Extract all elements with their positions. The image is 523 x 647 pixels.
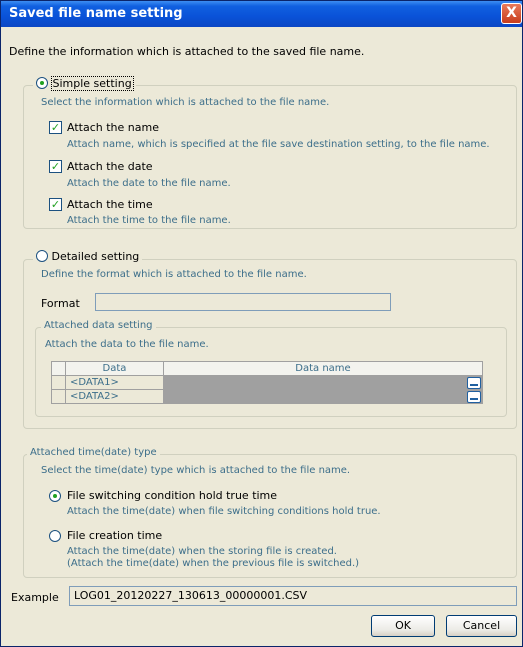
browse-icon[interactable]	[467, 391, 481, 403]
creation-time-label[interactable]: File creation time	[67, 529, 162, 542]
switching-time-radio[interactable]	[49, 490, 61, 502]
simple-setting-radio[interactable]	[36, 77, 48, 89]
attach-name-checkbox[interactable]: ✓	[49, 121, 62, 134]
table-header-row: Data Data name	[51, 361, 483, 376]
attached-data-hint: Attach the data to the file name.	[45, 339, 209, 350]
format-input[interactable]	[95, 293, 391, 311]
simple-setting-legend: Simple setting	[33, 76, 136, 91]
time-type-hint: Select the time(date) type which is atta…	[41, 465, 351, 476]
data-name-cell[interactable]	[163, 389, 483, 404]
data-name-cell[interactable]	[163, 375, 483, 390]
example-field: LOG01_20120227_130613_00000001.CSV	[69, 586, 517, 606]
detailed-setting-radio[interactable]	[36, 250, 48, 262]
attach-time-label[interactable]: Attach the time	[67, 198, 153, 211]
detailed-setting-legend: Detailed setting	[33, 250, 143, 263]
column-header-data: Data	[65, 361, 164, 376]
column-header-data-name: Data name	[163, 361, 483, 376]
row-header	[51, 375, 66, 390]
row-header	[51, 389, 66, 404]
attach-date-hint: Attach the date to the file name.	[67, 178, 231, 189]
detailed-setting-hint: Define the format which is attached to t…	[41, 269, 307, 280]
example-value: LOG01_20120227_130613_00000001.CSV	[74, 589, 308, 602]
time-type-legend: Attached time(date) type	[27, 447, 160, 458]
creation-time-hint: Attach the time(date) when the storing f…	[67, 546, 337, 557]
browse-icon[interactable]	[467, 377, 481, 389]
switching-time-hint: Attach the time(date) when file switchin…	[67, 506, 381, 517]
detailed-setting-label[interactable]: Detailed setting	[52, 250, 140, 263]
intro-text: Define the information which is attached…	[9, 45, 365, 58]
creation-time-hint-2: (Attach the time(date) when the previous…	[67, 558, 360, 569]
attach-date-checkbox[interactable]: ✓	[49, 160, 62, 173]
creation-time-radio[interactable]	[49, 530, 61, 542]
table-row: <DATA2>	[51, 389, 483, 404]
title-bar[interactable]: Saved file name setting X	[1, 1, 522, 27]
cancel-button[interactable]: Cancel	[446, 615, 517, 637]
simple-setting-label[interactable]: Simple setting	[50, 76, 134, 91]
attach-time-checkbox[interactable]: ✓	[49, 198, 62, 211]
data-cell: <DATA2>	[65, 389, 164, 404]
window-title: Saved file name setting	[9, 6, 183, 21]
format-label: Format	[41, 297, 80, 310]
attach-name-hint: Attach name, which is specified at the f…	[67, 139, 490, 150]
attach-name-label[interactable]: Attach the name	[67, 121, 159, 134]
attached-data-legend: Attached data setting	[41, 320, 156, 331]
data-cell: <DATA1>	[65, 375, 164, 390]
table-corner	[51, 361, 66, 376]
simple-setting-hint: Select the information which is attached…	[41, 97, 330, 108]
table-row: <DATA1>	[51, 375, 483, 390]
switching-time-label[interactable]: File switching condition hold true time	[67, 489, 277, 502]
ok-button[interactable]: OK	[371, 615, 435, 637]
close-icon[interactable]: X	[501, 3, 522, 24]
attach-time-hint: Attach the time to the file name.	[67, 215, 231, 226]
attached-data-table: Data Data name <DATA1> <DATA2>	[51, 361, 483, 404]
saved-file-name-dialog: Saved file name setting X Define the inf…	[0, 0, 523, 647]
attach-date-label[interactable]: Attach the date	[67, 160, 153, 173]
example-label: Example	[11, 591, 59, 604]
